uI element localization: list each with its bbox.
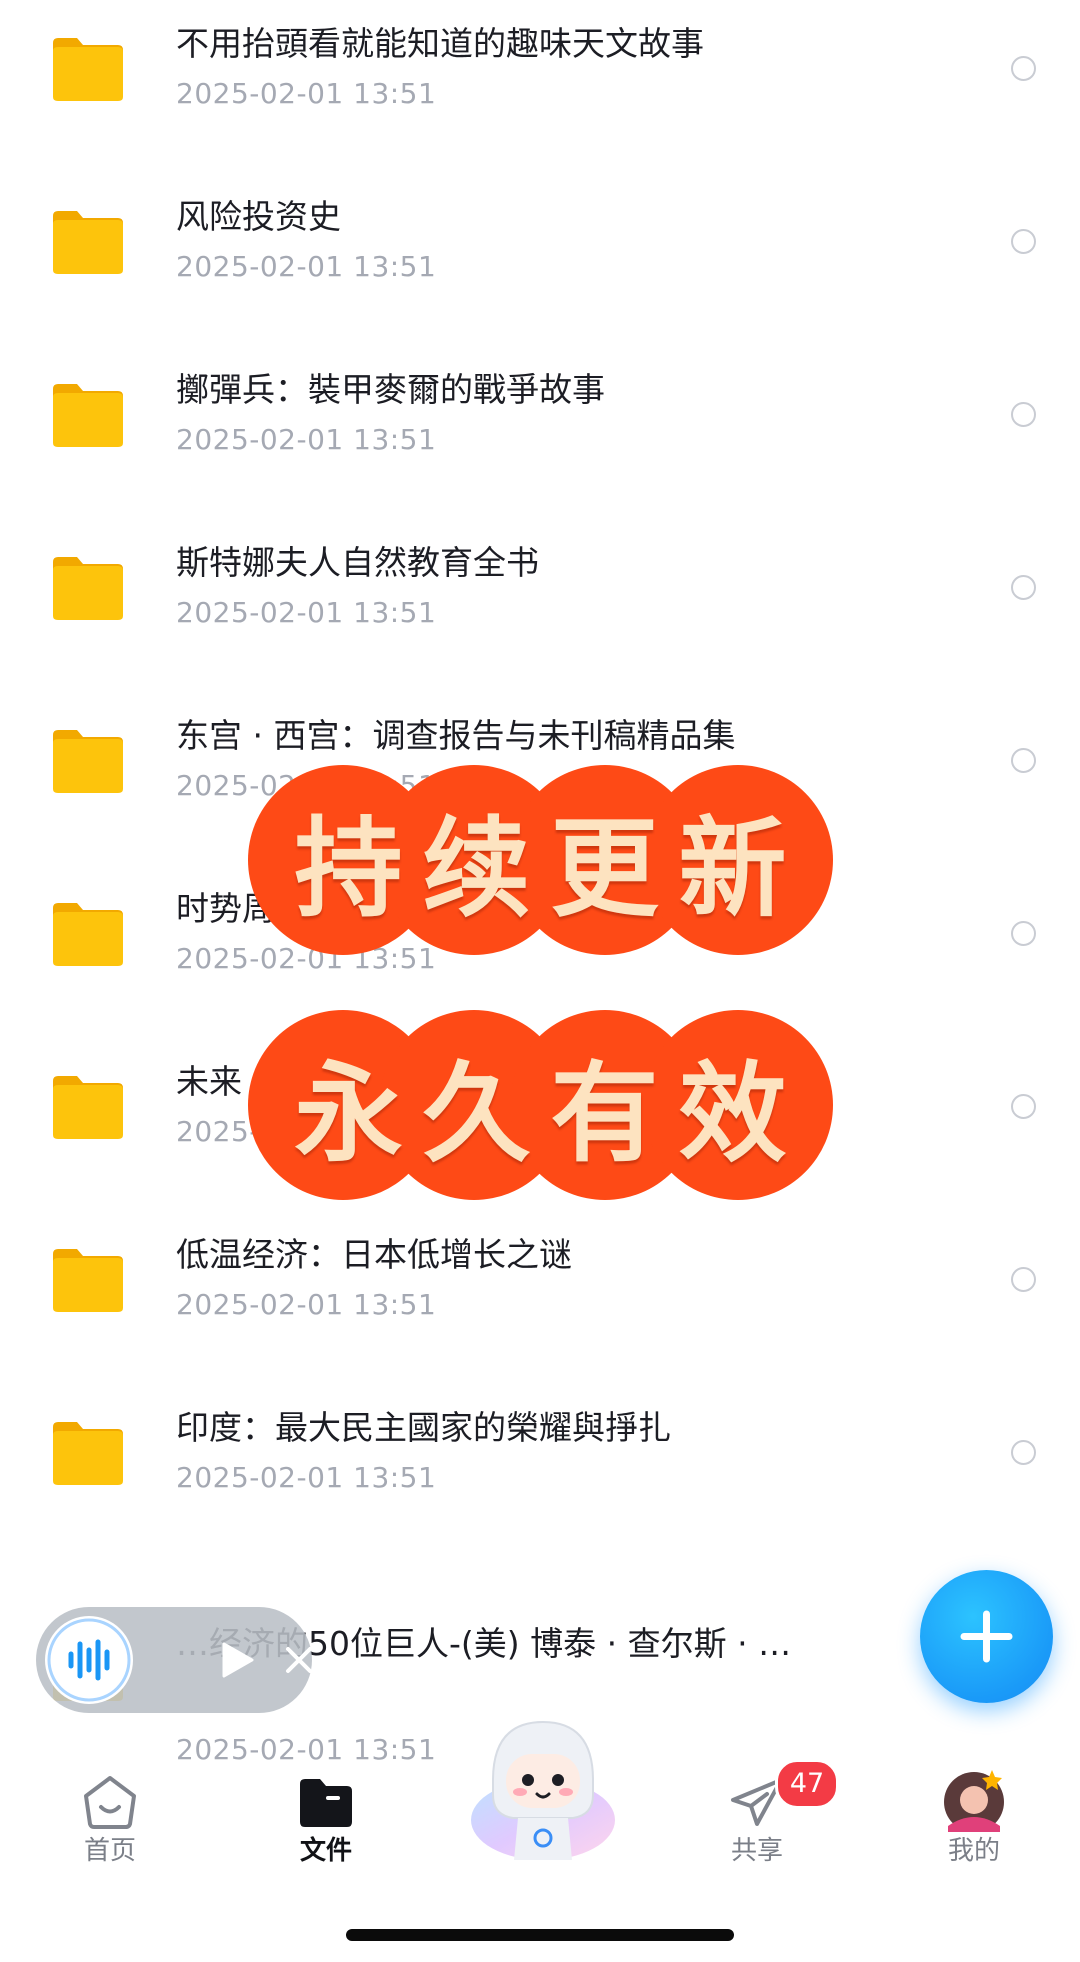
select-checkbox[interactable] — [1011, 229, 1036, 254]
folder-icon — [53, 1249, 123, 1312]
file-date: 2025-02-01 13:51 — [176, 250, 437, 283]
promo-text-line1: 持续更新 — [294, 806, 807, 932]
home-indicator[interactable] — [346, 1929, 734, 1941]
share-count-badge: 47 — [775, 1759, 839, 1809]
waveform-icon[interactable] — [45, 1616, 133, 1704]
nav-me-label: 我的 — [947, 1836, 1000, 1866]
nav-files-label: 文件 — [299, 1836, 352, 1866]
file-date: 2025-02-01 13:51 — [176, 1288, 437, 1321]
file-title: 东宫 · 西宫：调查报告与未刊稿精品集 — [176, 716, 736, 755]
plus-icon — [960, 1610, 1013, 1663]
select-checkbox[interactable] — [1011, 1267, 1036, 1292]
file-title: 风险投资史 — [176, 197, 341, 236]
add-button[interactable] — [920, 1570, 1053, 1703]
promo-banner-permanent: 永久有效 — [248, 1010, 833, 1200]
folder-icon — [53, 730, 123, 793]
file-date: 2025-02-01 13:51 — [176, 1461, 437, 1494]
file-title: 不用抬頭看就能知道的趣味天文故事 — [176, 24, 704, 63]
close-icon[interactable] — [283, 1644, 315, 1676]
promo-banner-continuous-update: 持续更新 — [248, 765, 833, 955]
folder-icon — [53, 211, 123, 274]
folder-icon — [300, 1779, 352, 1827]
folder-icon — [53, 38, 123, 101]
file-row[interactable]: 斯特娜夫人自然教育全书 2025-02-01 13:51 — [0, 519, 1080, 692]
file-title: 斯特娜夫人自然教育全书 — [176, 543, 539, 582]
home-icon — [84, 1776, 136, 1829]
promo-text-line2: 永久有效 — [294, 1051, 807, 1177]
avatar — [944, 1770, 1004, 1832]
select-checkbox[interactable] — [1011, 575, 1036, 600]
folder-icon — [53, 1076, 123, 1139]
file-row[interactable]: 风险投资史 2025-02-01 13:51 — [0, 173, 1080, 346]
file-title: 擲彈兵：裝甲麥爾的戰爭故事 — [176, 370, 605, 409]
file-row[interactable]: 不用抬頭看就能知道的趣味天文故事 2025-02-01 13:51 — [0, 0, 1080, 173]
select-checkbox[interactable] — [1011, 921, 1036, 946]
file-row[interactable]: 低温经济：日本低增长之谜 2025-02-01 13:51 — [0, 1211, 1080, 1384]
nav-me[interactable]: 我的 — [904, 1720, 1044, 1866]
folder-icon — [53, 903, 123, 966]
file-date: 2025-02-01 13:51 — [176, 77, 437, 110]
audio-player-widget[interactable] — [36, 1607, 312, 1713]
file-row[interactable]: 擲彈兵：裝甲麥爾的戰爭故事 2025-02-01 13:51 — [0, 346, 1080, 519]
file-row[interactable]: 印度：最大民主國家的榮耀與掙扎 2025-02-01 13:51 — [0, 1384, 1080, 1557]
folder-icon — [53, 1422, 123, 1485]
play-icon[interactable] — [216, 1640, 256, 1680]
file-date: 2025-02-01 13:51 — [176, 423, 437, 456]
nav-share-label: 共享 — [730, 1836, 783, 1866]
folder-icon — [53, 557, 123, 620]
nav-home[interactable]: 首页 — [40, 1720, 180, 1866]
select-checkbox[interactable] — [1011, 748, 1036, 773]
folder-icon — [53, 384, 123, 447]
bottom-navigation: 首页 文件 共享 我的 — [0, 1720, 1080, 1866]
file-title: 印度：最大民主國家的榮耀與掙扎 — [176, 1408, 671, 1447]
nav-assistant[interactable] — [448, 1720, 638, 1860]
file-title: 低温经济：日本低增长之谜 — [176, 1235, 572, 1274]
select-checkbox[interactable] — [1011, 1094, 1036, 1119]
nav-home-label: 首页 — [83, 1836, 136, 1866]
select-checkbox[interactable] — [1011, 402, 1036, 427]
nav-files[interactable]: 文件 — [256, 1720, 396, 1866]
assistant-mascot-icon — [471, 1720, 615, 1860]
select-checkbox[interactable] — [1011, 1440, 1036, 1465]
file-date: 2025-02-01 13:51 — [176, 596, 437, 629]
select-checkbox[interactable] — [1011, 56, 1036, 81]
